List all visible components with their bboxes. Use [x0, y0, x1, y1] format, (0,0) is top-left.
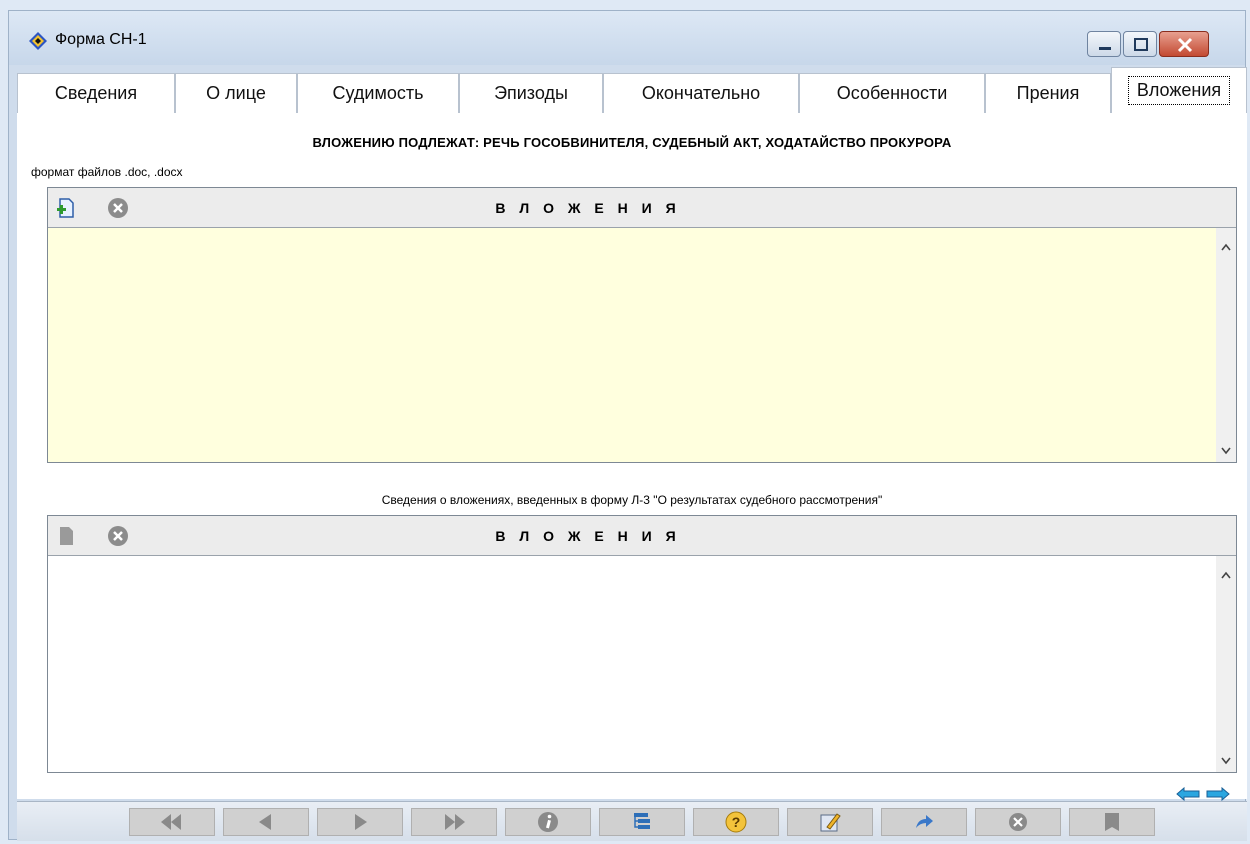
window-title: Форма СН-1 — [55, 31, 147, 48]
minimize-button[interactable] — [1087, 31, 1121, 57]
tab-osobennosti[interactable]: Особенности — [799, 73, 985, 113]
save-button[interactable] — [1069, 808, 1155, 836]
forward-icon — [916, 815, 933, 828]
info-button[interactable] — [505, 808, 591, 836]
help-icon: ? — [725, 811, 747, 833]
tab-content: ВЛОЖЕНИЮ ПОДЛЕЖАТ: РЕЧЬ ГОСОБВИНИТЕЛЯ, С… — [17, 113, 1247, 802]
scroll-down-icon[interactable] — [1220, 446, 1232, 456]
bottom-toolbar: ? — [17, 801, 1247, 841]
file-format-hint: формат файлов .doc, .docx — [31, 165, 183, 179]
first-icon — [161, 814, 181, 830]
next-record-button[interactable] — [317, 808, 403, 836]
attachments-list[interactable] — [48, 228, 1236, 462]
arrow-left-icon[interactable] — [1175, 786, 1201, 802]
notice-text: ВЛОЖЕНИЮ ПОДЛЕЖАТ: РЕЧЬ ГОСОБВИНИТЕЛЯ, С… — [312, 135, 952, 150]
vertical-scrollbar[interactable] — [1216, 556, 1236, 772]
l3-caption: Сведения о вложениях, введенных в форму … — [381, 493, 883, 507]
prev-icon — [259, 814, 271, 830]
panel-header: В Л О Ж Е Н И Я — [48, 516, 1236, 556]
panel-header: В Л О Ж Е Н И Я — [48, 188, 1236, 228]
tab-vlozheniya[interactable]: Вложения — [1111, 67, 1247, 113]
scroll-up-icon[interactable] — [1220, 570, 1232, 580]
tab-epizody[interactable]: Эпизоды — [459, 73, 603, 113]
scroll-up-icon[interactable] — [1220, 242, 1232, 252]
panel-title: В Л О Ж Е Н И Я — [495, 200, 681, 216]
cancel-button[interactable] — [975, 808, 1061, 836]
attachments-panel: В Л О Ж Е Н И Я — [47, 187, 1237, 463]
save-icon — [1105, 813, 1119, 831]
tree-button[interactable] — [599, 808, 685, 836]
close-button[interactable] — [1159, 31, 1209, 57]
title-bar: Форма СН-1 — [9, 11, 1245, 65]
next-icon — [355, 814, 367, 830]
scroll-down-icon[interactable] — [1220, 756, 1232, 766]
first-record-button[interactable] — [129, 808, 215, 836]
tab-o-litse[interactable]: О лице — [175, 73, 297, 113]
app-icon — [29, 32, 47, 50]
l3-attachments-list[interactable] — [48, 556, 1236, 772]
tab-sudimost[interactable]: Судимость — [297, 73, 459, 113]
maximize-button[interactable] — [1123, 31, 1157, 57]
last-record-button[interactable] — [411, 808, 497, 836]
l3-attachments-panel: В Л О Ж Е Н И Я — [47, 515, 1237, 773]
tab-strip: Сведения О лице Судимость Эпизоды Оконча… — [17, 67, 1247, 113]
main-window: Форма СН-1 Сведения О лице Судимость Эпи… — [8, 10, 1247, 841]
tab-svedeniya[interactable]: Сведения — [17, 73, 175, 113]
tree-icon — [634, 813, 650, 829]
last-icon — [445, 814, 465, 830]
svg-text:?: ? — [732, 814, 741, 830]
cancel-icon — [1009, 813, 1027, 831]
edit-button[interactable] — [787, 808, 873, 836]
vertical-scrollbar[interactable] — [1216, 228, 1236, 462]
tab-okonchatelno[interactable]: Окончательно — [603, 73, 799, 113]
edit-icon — [820, 813, 841, 832]
prev-record-button[interactable] — [223, 808, 309, 836]
info-icon — [538, 812, 558, 832]
help-button[interactable]: ? — [693, 808, 779, 836]
forward-button[interactable] — [881, 808, 967, 836]
tab-preniya[interactable]: Прения — [985, 73, 1111, 113]
panel-title: В Л О Ж Е Н И Я — [495, 528, 681, 544]
arrow-right-icon[interactable] — [1205, 786, 1231, 802]
